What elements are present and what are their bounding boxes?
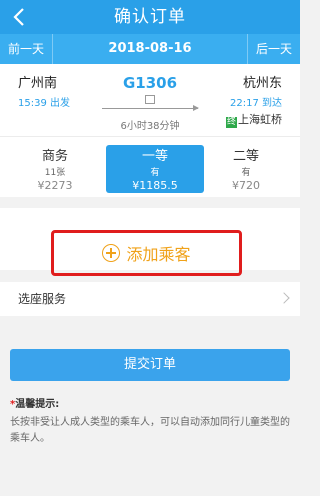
date-bar: 前一天 2018-08-16 后一天 (0, 34, 300, 64)
next-day-button[interactable]: 后一天 (246, 34, 300, 64)
seat-service-row[interactable]: 选座服务 (0, 282, 300, 316)
submit-order-button[interactable]: 提交订单 (10, 349, 290, 381)
departure-time: 15:39 出发 (18, 98, 70, 109)
seat-class-name: 商务 (41, 149, 68, 164)
seat-price: ¥2273 (37, 179, 73, 192)
seat-availability: 有 (150, 168, 160, 178)
seat-class-name: 二等 (232, 149, 259, 164)
seat-service-label: 选座服务 (18, 292, 67, 306)
terminal-station: 终上海虹桥 (226, 111, 282, 128)
top-bar: 确认订单 (0, 0, 300, 34)
train-info-card: 广州南 15:39 出发 G1306 6小时38分钟 杭州东 22:17 到达 … (0, 64, 300, 136)
arrival-station: 杭州东 22:17 到达 终上海虹桥 (226, 72, 282, 128)
timetable-icon[interactable] (145, 95, 155, 104)
arrival-station-name: 杭州东 (242, 76, 282, 91)
terminal-badge: 终 (226, 117, 237, 128)
seat-availability: 11张 (44, 168, 66, 178)
seat-option-first-class[interactable]: 一等 有 ¥1185.5 (106, 145, 204, 193)
terminal-station-name: 上海虹桥 (238, 113, 282, 126)
seat-class-selector: 商务 11张 ¥2273 一等 有 ¥1185.5 二等 有 ¥720 (0, 136, 300, 197)
seat-availability: 有 (241, 168, 251, 178)
seat-price: ¥1185.5 (132, 179, 178, 192)
seat-price: ¥720 (232, 179, 260, 192)
seat-option-second-class[interactable]: 二等 有 ¥720 (197, 145, 295, 193)
tips-title-text: 温馨提示: (15, 399, 60, 410)
tips-section: *温馨提示: 长按非受让人成人类型的乘车人，可以自动添加同行儿童类型的乘车人。 (10, 395, 292, 447)
tips-title: *温馨提示: (10, 395, 292, 410)
route-arrow (102, 105, 199, 111)
seat-option-business[interactable]: 商务 11张 ¥2273 (6, 145, 104, 193)
tips-body: 长按非受让人成人类型的乘车人，可以自动添加同行儿童类型的乘车人。 (10, 417, 290, 444)
chevron-right-icon (278, 292, 290, 304)
seat-class-name: 一等 (141, 149, 168, 164)
plus-circle-icon (102, 244, 121, 262)
passenger-section: 添加乘客 (0, 208, 300, 276)
add-passenger-label: 添加乘客 (126, 245, 191, 264)
add-passenger-button[interactable]: 添加乘客 (51, 230, 242, 276)
page-title: 确认订单 (114, 7, 186, 27)
arrival-time: 22:17 到达 (230, 98, 282, 109)
